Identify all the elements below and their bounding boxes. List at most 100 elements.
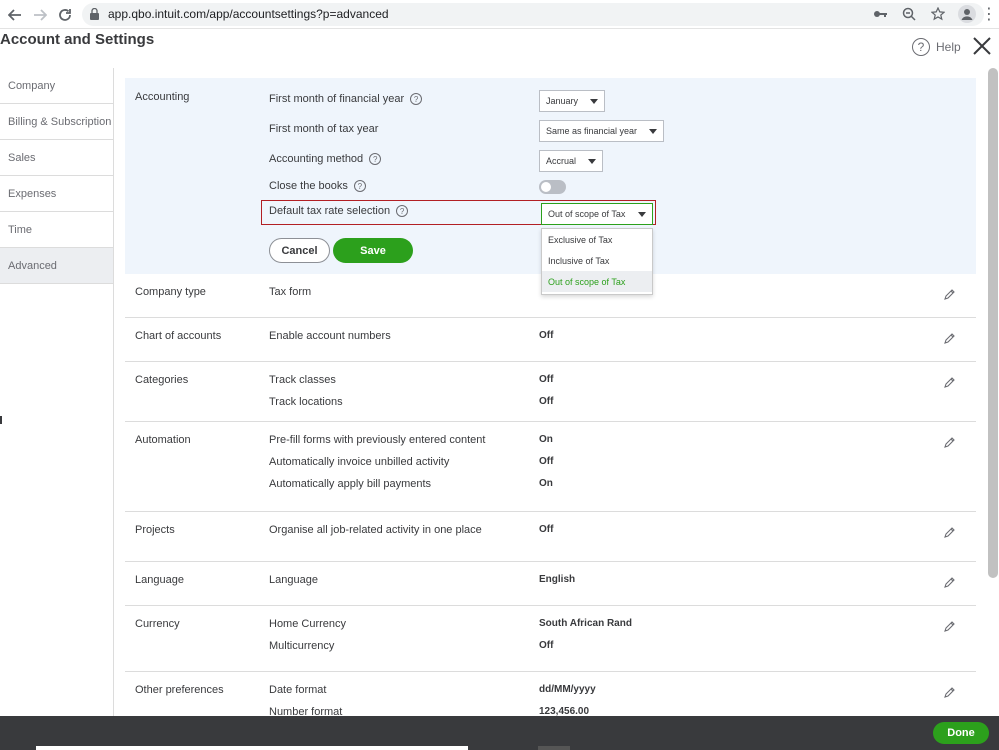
pencil-icon[interactable] (943, 376, 956, 389)
prefill-label: Pre-fill forms with previously entered c… (269, 434, 486, 446)
track-classes-value: Off (539, 374, 554, 385)
zoom-icon[interactable] (900, 5, 918, 23)
number-format-value: 123,456.00 (539, 706, 590, 716)
pencil-icon[interactable] (943, 576, 956, 589)
multicurrency-label: Multicurrency (269, 640, 335, 652)
footer-bar: Done (0, 716, 999, 750)
dropdown-option-out-of-scope[interactable]: Out of scope of Tax (542, 271, 652, 292)
date-format-label: Date format (269, 684, 327, 696)
bill-payments-value: On (539, 478, 553, 489)
help-icon: ? (912, 38, 930, 56)
first-month-label: First month of financial year ? (269, 93, 423, 105)
chevron-down-icon (649, 129, 657, 134)
categories-title: Categories (135, 374, 189, 386)
pencil-icon[interactable] (943, 288, 956, 301)
info-icon[interactable]: ? (369, 153, 382, 165)
tax-rate-dropdown: Exclusive of Tax Inclusive of Tax Out of… (541, 228, 653, 295)
profile-avatar-icon[interactable] (958, 5, 976, 23)
accounting-title: Accounting (135, 91, 190, 103)
language-value: English (539, 574, 576, 585)
browser-menu-icon[interactable]: ⋮ (981, 5, 997, 25)
date-format-value: dd/MM/yyyy (539, 684, 596, 695)
tax-year-select[interactable]: Same as financial year (539, 120, 664, 142)
cancel-button[interactable]: Cancel (269, 238, 330, 263)
back-arrow-icon[interactable] (5, 5, 25, 25)
currency-title: Currency (135, 618, 180, 630)
help-label: Help (936, 40, 961, 54)
edge-marker (0, 416, 2, 424)
page-title: Account and Settings (0, 31, 155, 48)
categories-row[interactable]: Categories Track classes Off Track locat… (125, 362, 976, 422)
accounting-section: Accounting First month of financial year… (125, 78, 976, 295)
sidebar-item-advanced[interactable]: Advanced (0, 248, 113, 284)
address-bar[interactable]: app.qbo.intuit.com/app/accountsettings?p… (82, 3, 984, 26)
other-preferences-row[interactable]: Other preferences Date format dd/MM/yyyy… (125, 672, 976, 716)
sidebar-item-billing[interactable]: Billing & Subscription (0, 104, 113, 140)
info-icon[interactable]: ? (396, 205, 409, 217)
tax-year-label: First month of tax year (269, 123, 379, 135)
chevron-down-icon (590, 99, 598, 104)
invoice-label: Automatically invoice unbilled activity (269, 456, 450, 468)
projects-title: Projects (135, 524, 175, 536)
pencil-icon[interactable] (943, 436, 956, 449)
language-label: Language (269, 574, 318, 586)
home-currency-value: South African Rand (539, 618, 632, 629)
scrollbar-thumb[interactable] (988, 68, 998, 578)
lock-icon (90, 8, 99, 20)
forward-arrow-icon[interactable] (30, 5, 50, 25)
company-type-title: Company type (135, 286, 206, 298)
save-button[interactable]: Save (333, 238, 413, 263)
multicurrency-value: Off (539, 640, 554, 651)
accounting-method-select[interactable]: Accrual (539, 150, 603, 172)
close-books-toggle[interactable] (539, 180, 566, 194)
footer-strip-secondary (538, 746, 570, 750)
home-currency-label: Home Currency (269, 618, 347, 630)
url-text: app.qbo.intuit.com/app/accountsettings?p… (108, 7, 389, 21)
sidebar-item-sales[interactable]: Sales (0, 140, 113, 176)
help-button[interactable]: ? Help (912, 38, 961, 56)
tax-rate-select[interactable]: Out of scope of Tax (541, 203, 653, 225)
track-locations-value: Off (539, 396, 554, 407)
language-row[interactable]: Language Language English (125, 562, 976, 606)
prefill-value: On (539, 434, 553, 445)
pencil-icon[interactable] (943, 686, 956, 699)
browser-toolbar: app.qbo.intuit.com/app/accountsettings?p… (0, 0, 999, 29)
bookmark-star-icon[interactable] (929, 5, 947, 23)
reload-icon[interactable] (55, 5, 75, 25)
pencil-icon[interactable] (943, 620, 956, 633)
done-button[interactable]: Done (933, 722, 989, 744)
dropdown-option-inclusive[interactable]: Inclusive of Tax (542, 250, 652, 271)
enable-numbers-label: Enable account numbers (269, 330, 391, 342)
settings-sidebar: Company Billing & Subscription Sales Exp… (0, 68, 114, 716)
automation-row[interactable]: Automation Pre-fill forms with previousl… (125, 422, 976, 512)
accounting-method-label: Accounting method ? (269, 153, 382, 165)
chart-of-accounts-row[interactable]: Chart of accounts Enable account numbers… (125, 318, 976, 362)
info-icon[interactable]: ? (353, 180, 366, 192)
info-icon[interactable]: ? (410, 93, 423, 105)
other-preferences-title: Other preferences (135, 684, 224, 696)
bill-payments-label: Automatically apply bill payments (269, 478, 432, 490)
chart-of-accounts-title: Chart of accounts (135, 330, 222, 342)
pencil-icon[interactable] (943, 332, 956, 345)
toggle-knob (540, 181, 552, 193)
currency-row[interactable]: Currency Home Currency South African Ran… (125, 606, 976, 672)
first-month-select[interactable]: January (539, 90, 605, 112)
sidebar-item-expenses[interactable]: Expenses (0, 176, 113, 212)
key-icon[interactable] (871, 5, 889, 23)
sidebar-item-time[interactable]: Time (0, 212, 113, 248)
sidebar-item-company[interactable]: Company (0, 68, 113, 104)
tax-form-label: Tax form (269, 286, 312, 298)
track-classes-label: Track classes (269, 374, 336, 386)
language-title: Language (135, 574, 184, 586)
close-books-label: Close the books ? (269, 180, 366, 192)
number-format-label: Number format (269, 706, 343, 716)
organise-label: Organise all job-related activity in one… (269, 524, 482, 536)
chevron-down-icon (588, 159, 596, 164)
organise-value: Off (539, 524, 554, 535)
settings-content: Accounting First month of financial year… (125, 68, 976, 716)
pencil-icon[interactable] (943, 526, 956, 539)
dropdown-option-exclusive[interactable]: Exclusive of Tax (542, 229, 652, 250)
chevron-down-icon (638, 212, 646, 217)
projects-row[interactable]: Projects Organise all job-related activi… (125, 512, 976, 562)
close-icon[interactable] (972, 36, 992, 56)
